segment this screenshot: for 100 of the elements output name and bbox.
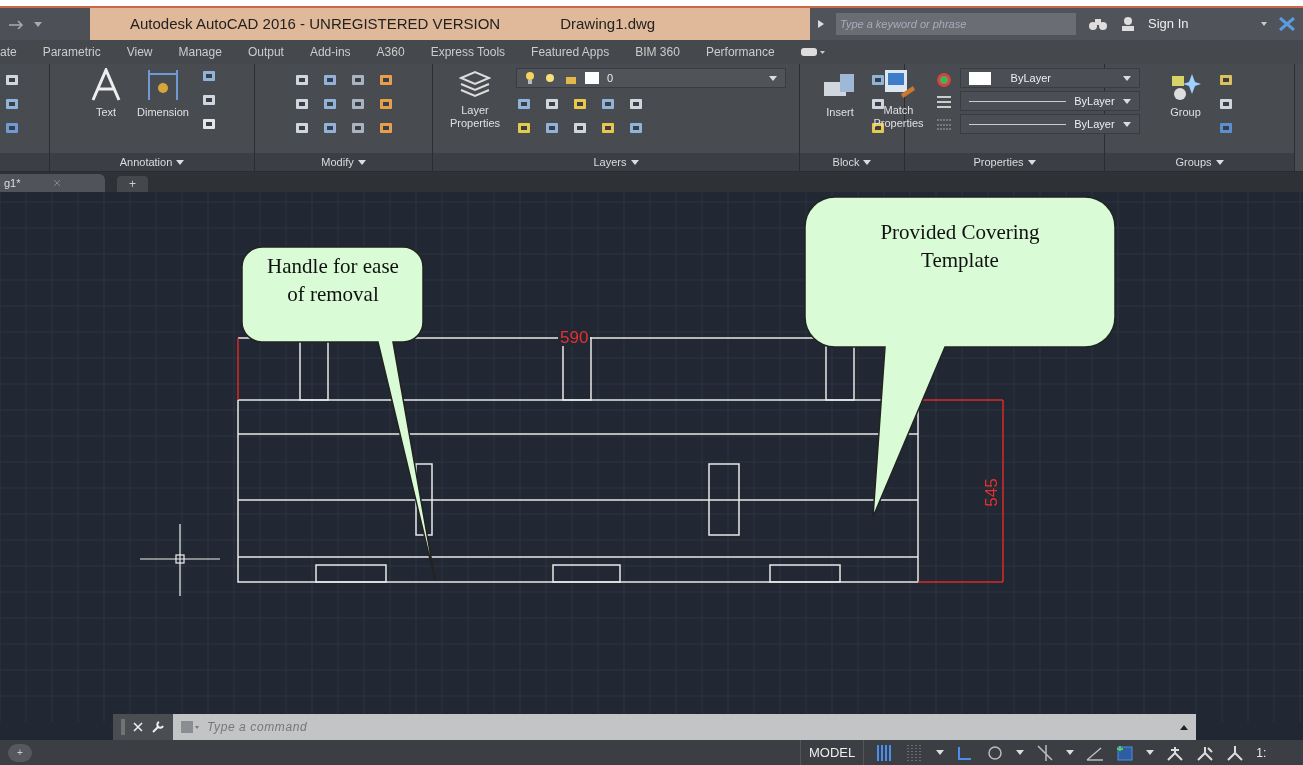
tool-icon[interactable] [293, 96, 310, 112]
layer-name: 0 [607, 70, 615, 86]
command-input[interactable]: Type a command [207, 718, 1180, 736]
dropdown-icon[interactable] [1261, 22, 1267, 26]
dimension-text: 590 [558, 329, 591, 346]
tool-icon[interactable] [870, 96, 886, 112]
tool-icon[interactable] [1217, 96, 1234, 112]
panel-label[interactable]: Modify [321, 153, 354, 171]
grip-icon[interactable] [121, 719, 125, 735]
tool-icon[interactable] [201, 68, 217, 84]
ribbon-tab[interactable]: ate [0, 43, 17, 61]
tool-icon[interactable] [628, 96, 645, 112]
tool-icon[interactable] [4, 120, 20, 136]
redo-icon[interactable] [8, 19, 26, 29]
tool-icon[interactable] [321, 120, 338, 136]
tool-label[interactable]: Dimension [137, 106, 189, 119]
tool-icon[interactable] [600, 120, 617, 136]
window-title: Autodesk AutoCAD 2016 - UNREGISTERED VERSION [130, 13, 501, 34]
new-tab-button[interactable]: + [117, 176, 148, 192]
tool-label[interactable]: Group [1170, 106, 1201, 119]
dropdown-icon[interactable] [34, 21, 42, 27]
property-dropdown[interactable]: ByLayer [959, 68, 1140, 88]
lineweight-icon[interactable] [935, 94, 952, 110]
angle-icon[interactable] [1086, 744, 1105, 761]
callout-text: Handle for ease of removal [266, 253, 400, 308]
tool-icon[interactable] [4, 72, 20, 88]
tool-icon[interactable] [349, 72, 366, 88]
tool-icon[interactable] [321, 72, 338, 88]
panel-label[interactable]: Groups [1175, 153, 1212, 171]
ribbon-tab[interactable]: Performance [705, 43, 775, 61]
caret-icon [1122, 75, 1131, 81]
tool-icon[interactable] [572, 120, 589, 136]
tool-icon[interactable] [349, 120, 366, 136]
tool-label[interactable]: Insert [826, 106, 854, 119]
tool-icon[interactable] [377, 96, 394, 112]
tool-label[interactable]: Layer Properties [449, 104, 501, 130]
binoculars-icon[interactable] [1088, 17, 1108, 31]
color-wheel-icon[interactable] [935, 72, 952, 88]
property-value: ByLayer [1074, 93, 1115, 109]
caret-icon [1066, 750, 1075, 755]
group-icon[interactable] [1169, 72, 1202, 102]
annotation-visibility-icon[interactable] [1196, 744, 1215, 761]
tool-icon[interactable] [870, 72, 886, 88]
ribbon-tab[interactable]: A360 [376, 43, 405, 61]
layout-tab[interactable]: + [8, 743, 32, 762]
ribbon-tab[interactable]: View [126, 43, 153, 61]
ribbon-tab[interactable]: Express Tools [430, 43, 506, 61]
scale-text[interactable]: 1: [1256, 743, 1267, 762]
tool-icon[interactable] [544, 96, 561, 112]
ribbon-tab[interactable]: Output [247, 43, 284, 61]
property-value: ByLayer [1074, 116, 1115, 132]
tool-icon[interactable] [293, 72, 310, 88]
dimension-line [237, 337, 239, 401]
tool-icon[interactable] [349, 96, 366, 112]
sign-in-link[interactable]: Sign In [1148, 14, 1189, 34]
auto-scale-icon[interactable] [1226, 744, 1245, 761]
panel-label[interactable]: Layers [593, 153, 627, 171]
text-icon[interactable] [91, 68, 121, 102]
tool-icon[interactable] [516, 96, 533, 112]
ribbon-tab[interactable]: Manage [178, 43, 222, 61]
tool-icon[interactable] [201, 92, 217, 108]
drawing-canvas[interactable]: 590 545 Handle for ease of removal Provided Covering Template Type a command [0, 192, 1303, 740]
ribbon-tab[interactable]: Parametric [42, 43, 101, 61]
property-dropdown[interactable]: ByLayer [959, 91, 1140, 111]
tool-icon[interactable] [377, 72, 394, 88]
ucs-icon[interactable] [1116, 744, 1135, 761]
toggle-icon[interactable] [800, 48, 825, 56]
tool-icon[interactable] [293, 120, 310, 136]
ribbon-tab[interactable]: Add-ins [309, 43, 351, 61]
tool-icon[interactable] [600, 96, 617, 112]
property-dropdown[interactable]: ByLayer [959, 114, 1140, 134]
model-button[interactable]: MODEL [800, 740, 865, 765]
document-tab[interactable]: g1* [0, 174, 105, 192]
tool-label[interactable]: Match Properties [873, 104, 924, 130]
wrench-icon[interactable] [151, 720, 165, 734]
tool-icon[interactable] [516, 120, 533, 136]
annotation-scale-icon[interactable] [1166, 744, 1185, 761]
search-field[interactable]: Type a keyword or phrase [836, 13, 1076, 35]
osnap-icon[interactable] [1036, 744, 1055, 761]
dimension-icon[interactable] [146, 68, 180, 102]
tool-icon[interactable] [544, 120, 561, 136]
tool-icon[interactable] [201, 116, 217, 132]
tool-icon[interactable] [572, 96, 589, 112]
tool-icon[interactable] [4, 96, 20, 112]
tool-icon[interactable] [1217, 72, 1234, 88]
layers-icon[interactable] [459, 68, 491, 100]
caret-icon [357, 159, 366, 165]
tool-label[interactable]: Text [95, 106, 117, 119]
layer-dropdown[interactable]: 0 [516, 68, 787, 88]
exchange-icon[interactable] [1279, 17, 1295, 31]
user-icon[interactable] [1120, 16, 1136, 32]
polar-icon[interactable] [986, 744, 1005, 761]
tool-icon[interactable] [321, 96, 338, 112]
tool-icon[interactable] [628, 120, 645, 136]
caret-icon [863, 159, 872, 165]
history-icon[interactable] [1180, 724, 1188, 730]
ribbon-tab[interactable]: Featured Apps [531, 43, 610, 61]
tool-icon[interactable] [377, 120, 394, 136]
ribbon-tab[interactable]: BIM 360 [635, 43, 680, 61]
file-name: Drawing1.dwg [560, 13, 656, 34]
